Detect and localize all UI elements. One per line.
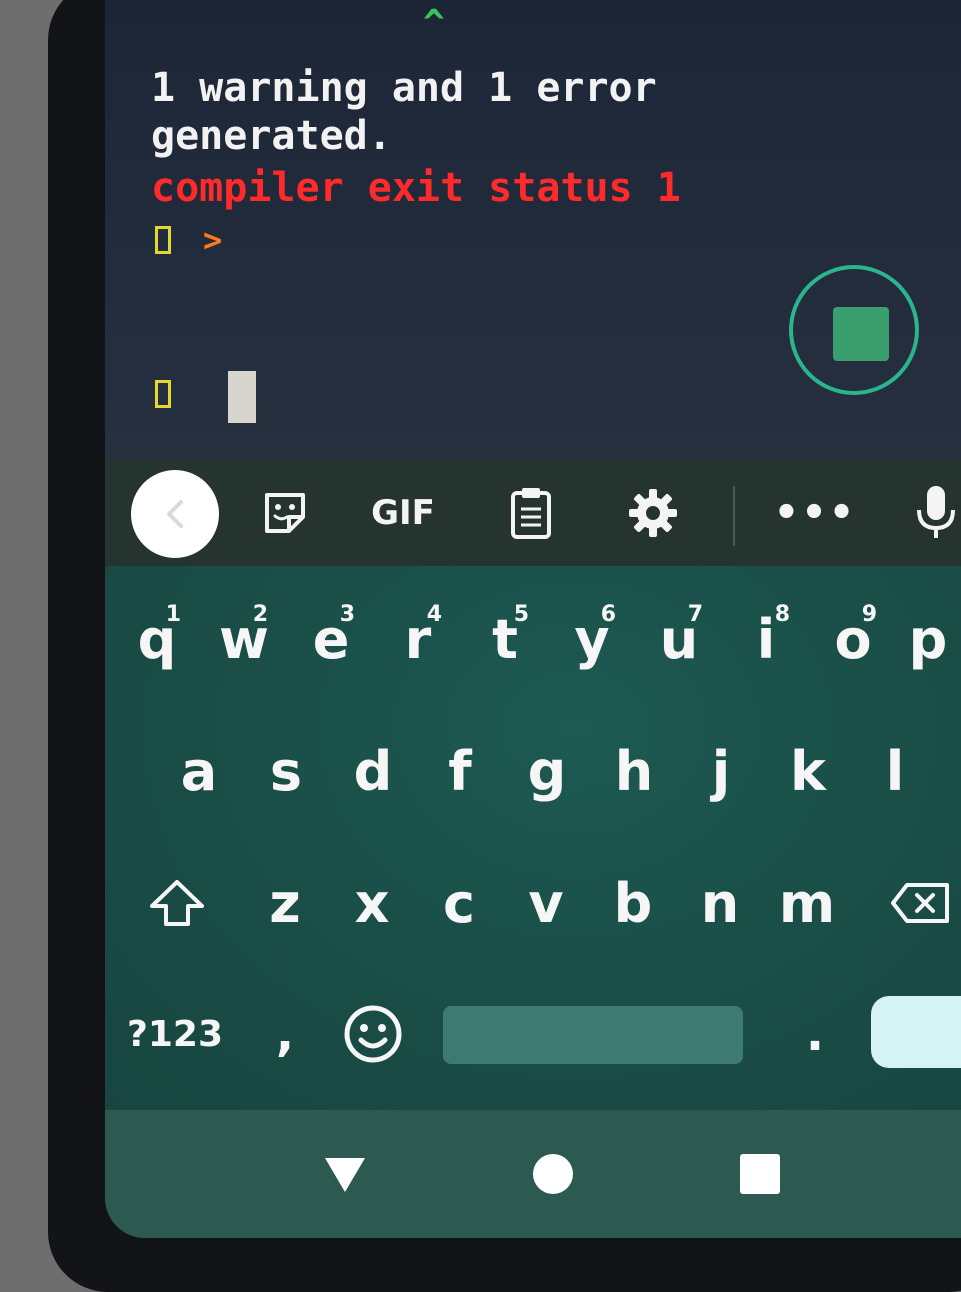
nav-recents-button[interactable] [735,1110,785,1238]
terminal-warning-line: 1 warning and 1 error [151,65,657,111]
key-b[interactable]: b [591,848,675,958]
key-e[interactable]: e3 [289,584,373,694]
terminal-generated-line: generated. [151,113,392,159]
settings-button[interactable] [623,460,683,566]
key-z[interactable]: z [243,848,327,958]
key-y[interactable]: y6 [550,584,634,694]
gear-icon [629,489,677,537]
nav-recents-square-icon [740,1154,780,1194]
stop-button[interactable] [789,265,919,395]
error-caret-marker: ^ [423,3,445,44]
backspace-key[interactable] [883,848,959,958]
key-w[interactable]: w2 [202,584,286,694]
terminal-error-line: compiler exit status 1 [151,165,681,211]
prompt-box-icon [155,380,171,408]
key-t[interactable]: t5 [463,584,547,694]
key-l[interactable]: l [853,716,937,826]
stop-square-icon [833,307,889,361]
toolbar-back-button[interactable] [131,470,219,558]
key-hint: 1 [165,602,181,627]
key-o[interactable]: o9 [811,584,895,694]
key-j[interactable]: j [679,716,763,826]
key-hint: 9 [861,602,877,627]
keyboard-keys: q1 w2 e3 r4 t5 y6 u7 i8 o9 p a s d f g h… [105,566,961,1110]
keyboard-toolbar: GIF ••• [105,460,961,566]
terminal-output[interactable]: ^ 1 warning and 1 error generated. compi… [105,0,961,460]
emoji-key[interactable] [341,986,405,1082]
toolbar-divider [733,486,735,546]
navigation-bar [105,1110,961,1238]
key-q[interactable]: q1 [115,584,199,694]
sticker-icon [265,493,305,533]
period-key[interactable]: . [795,986,835,1082]
clipboard-button[interactable] [501,460,561,566]
key-hint: 8 [774,602,790,627]
sticker-button[interactable] [253,460,317,566]
key-g[interactable]: g [505,716,589,826]
key-a[interactable]: a [157,716,241,826]
key-f[interactable]: f [418,716,502,826]
key-c[interactable]: c [417,848,501,958]
comma-key[interactable]: , [265,986,305,1082]
microphone-icon [917,486,955,538]
shift-icon [150,880,204,926]
key-label: i [756,607,776,671]
emoji-icon [344,1005,402,1063]
shift-key[interactable] [135,848,219,958]
key-r[interactable]: r4 [376,584,460,694]
terminal-cursor [228,371,256,423]
key-hint: 6 [600,602,616,627]
key-label: p [908,607,948,671]
space-key[interactable] [443,1006,743,1064]
prompt-box-icon [155,226,171,254]
key-hint: 4 [426,602,442,627]
key-k[interactable]: k [766,716,850,826]
key-hint: 7 [687,602,703,627]
nav-home-button[interactable] [525,1110,581,1238]
key-i[interactable]: i8 [724,584,808,694]
key-d[interactable]: d [331,716,415,826]
key-h[interactable]: h [592,716,676,826]
key-n[interactable]: n [678,848,762,958]
key-hint: 5 [513,602,529,627]
key-u[interactable]: u7 [637,584,721,694]
nav-home-circle-icon [533,1154,573,1194]
key-s[interactable]: s [244,716,328,826]
key-x[interactable]: x [330,848,414,958]
key-p[interactable]: p [895,584,961,694]
nav-back-triangle-icon [325,1158,365,1192]
chevron-left-icon [167,500,183,528]
more-button[interactable]: ••• [774,460,855,566]
clipboard-icon [511,488,551,539]
prompt-arrow: > [203,221,223,259]
enter-key[interactable] [871,996,961,1068]
symbols-key[interactable]: ?123 [125,986,225,1082]
key-hint: 2 [252,602,268,627]
key-m[interactable]: m [765,848,849,958]
key-hint: 3 [339,602,355,627]
gif-button[interactable]: GIF [363,460,443,566]
nav-back-button[interactable] [310,1110,380,1238]
backspace-icon [891,883,949,923]
microphone-button[interactable] [911,460,961,566]
phone-screen: ^ 1 warning and 1 error generated. compi… [105,0,961,1238]
key-v[interactable]: v [504,848,588,958]
